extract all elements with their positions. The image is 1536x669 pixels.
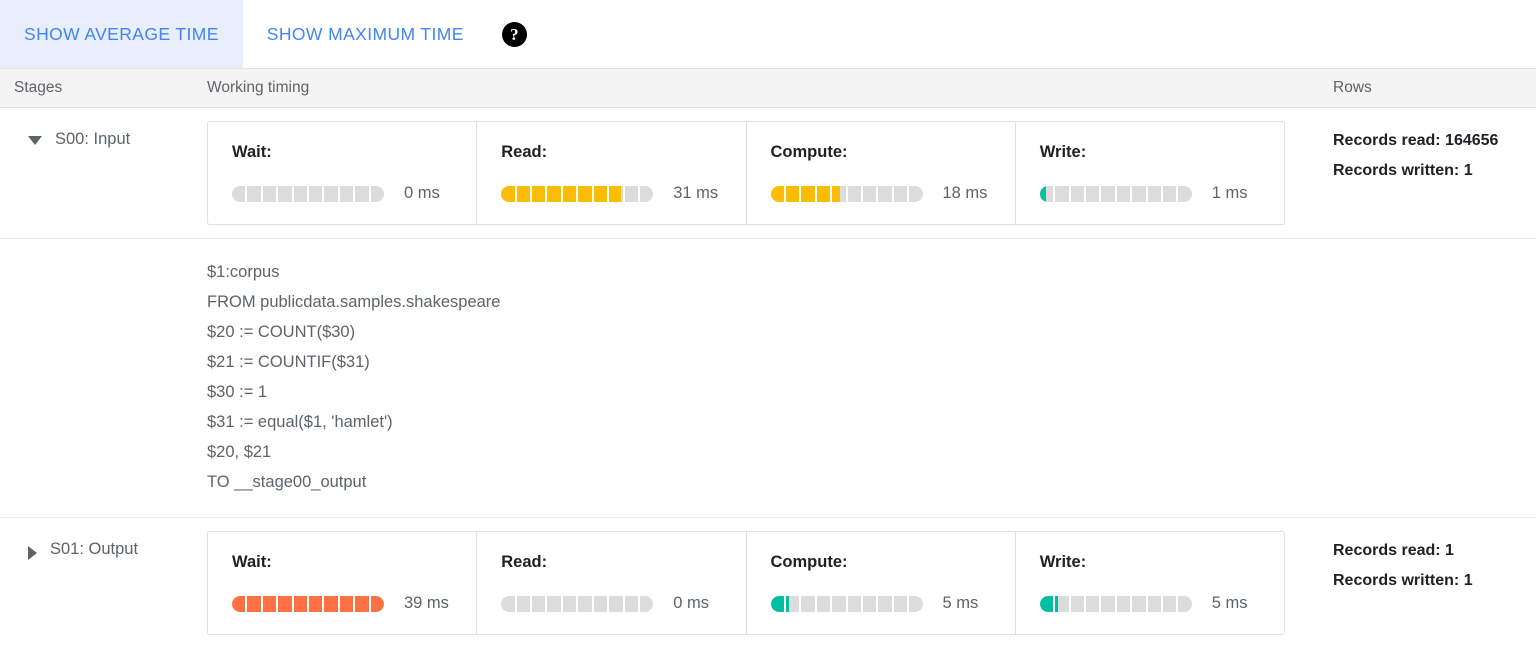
timing-cell-compute: Compute: 18 ms — [747, 122, 1016, 224]
timing-label: Compute: — [771, 143, 1015, 162]
timing-label: Wait: — [232, 553, 476, 572]
timing-label: Write: — [1040, 143, 1284, 162]
timing-cell-compute: Compute: 5 ms — [747, 532, 1016, 634]
timing-cell-wait: Wait: 0 ms — [208, 122, 477, 224]
caret-right-icon[interactable] — [28, 546, 37, 560]
wait-meter-s00 — [232, 186, 384, 202]
steps-spacer — [0, 239, 207, 517]
compute-meter-s01 — [771, 596, 923, 612]
tab-show-maximum-time[interactable]: SHOW MAXIMUM TIME — [243, 0, 488, 68]
tab-show-average-time[interactable]: SHOW AVERAGE TIME — [0, 0, 243, 68]
tab-label: SHOW MAXIMUM TIME — [267, 24, 464, 45]
caret-down-icon[interactable] — [28, 136, 42, 145]
step-line: $20, $21 — [207, 437, 1333, 467]
table-row: S01: Output Wait: 39 ms Read: — [0, 518, 1536, 648]
timing-cell-read: Read: 0 ms — [477, 532, 746, 634]
stage-toggle-s01[interactable]: S01: Output — [0, 518, 207, 560]
tab-label: SHOW AVERAGE TIME — [24, 24, 219, 45]
timing-meter: 0 ms — [501, 594, 745, 613]
column-header-working-timing: Working timing — [207, 79, 1333, 97]
records-read: Records read: 1 — [1333, 536, 1536, 566]
timing-label: Read: — [501, 143, 745, 162]
wait-meter-s01 — [232, 596, 384, 612]
timing-value: 5 ms — [1212, 594, 1248, 613]
timing-value: 1 ms — [1212, 184, 1248, 203]
timing-meter: 5 ms — [771, 594, 1015, 613]
stage-timing-col: Wait: 39 ms Read: 0 ms — [207, 518, 1333, 648]
timing-cell-write: Write: 1 ms — [1016, 122, 1284, 224]
timing-cell-read: Read: 31 ms — [477, 122, 746, 224]
timing-value: 18 ms — [943, 184, 988, 203]
timing-meter: 0 ms — [232, 184, 476, 203]
timing-meter: 1 ms — [1040, 184, 1284, 203]
write-meter-s00 — [1040, 186, 1192, 202]
timing-label: Write: — [1040, 553, 1284, 572]
stage-steps-s00: $1:corpus FROM publicdata.samples.shakes… — [0, 239, 1536, 518]
timing-cell-wait: Wait: 39 ms — [208, 532, 477, 634]
column-header-stages: Stages — [0, 79, 207, 97]
timing-value: 5 ms — [943, 594, 979, 613]
stage-rows-col-s00: Records read: 164656 Records written: 1 — [1333, 108, 1536, 187]
step-line: $21 := COUNTIF($31) — [207, 347, 1333, 377]
records-written: Records written: 1 — [1333, 566, 1536, 596]
timing-label: Wait: — [232, 143, 476, 162]
step-line: $1:corpus — [207, 257, 1333, 287]
table-row: S00: Input Wait: 0 ms Read: — [0, 108, 1536, 239]
timing-meter: 31 ms — [501, 184, 745, 203]
timing-card-s00: Wait: 0 ms Read: 31 ms — [207, 121, 1285, 225]
stage-toggle-s00[interactable]: S00: Input — [0, 108, 207, 149]
stage-label: S01: Output — [50, 540, 138, 559]
records-written: Records written: 1 — [1333, 156, 1536, 186]
help-icon[interactable]: ? — [502, 22, 527, 47]
stage-timing-col: Wait: 0 ms Read: 31 ms — [207, 108, 1333, 238]
column-header-rows: Rows — [1333, 79, 1536, 97]
step-line: TO __stage00_output — [207, 467, 1333, 497]
timing-meter: 39 ms — [232, 594, 476, 613]
timing-label: Compute: — [771, 553, 1015, 572]
timing-label: Read: — [501, 553, 745, 572]
compute-meter-s00 — [771, 186, 923, 202]
timing-value: 0 ms — [404, 184, 440, 203]
step-line: $20 := COUNT($30) — [207, 317, 1333, 347]
records-read: Records read: 164656 — [1333, 126, 1536, 156]
stage-rows-col-s01: Records read: 1 Records written: 1 — [1333, 518, 1536, 597]
timing-meter: 18 ms — [771, 184, 1015, 203]
table-column-header: Stages Working timing Rows — [0, 68, 1536, 108]
help-glyph: ? — [510, 26, 519, 43]
timing-value: 31 ms — [673, 184, 718, 203]
timing-value: 0 ms — [673, 594, 709, 613]
steps-body: $1:corpus FROM publicdata.samples.shakes… — [207, 239, 1333, 517]
step-line: $31 := equal($1, 'hamlet') — [207, 407, 1333, 437]
timing-card-s01: Wait: 39 ms Read: 0 ms — [207, 531, 1285, 635]
read-meter-s00 — [501, 186, 653, 202]
help-button[interactable]: ? — [488, 0, 541, 68]
steps-rows-spacer — [1333, 239, 1536, 517]
timing-value: 39 ms — [404, 594, 449, 613]
step-line: FROM publicdata.samples.shakespeare — [207, 287, 1333, 317]
timing-meter: 5 ms — [1040, 594, 1284, 613]
stage-label: S00: Input — [55, 130, 130, 149]
read-meter-s01 — [501, 596, 653, 612]
write-meter-s01 — [1040, 596, 1192, 612]
step-line: $30 := 1 — [207, 377, 1333, 407]
timing-cell-write: Write: 5 ms — [1016, 532, 1284, 634]
timing-mode-tabbar: SHOW AVERAGE TIME SHOW MAXIMUM TIME ? — [0, 0, 1536, 68]
